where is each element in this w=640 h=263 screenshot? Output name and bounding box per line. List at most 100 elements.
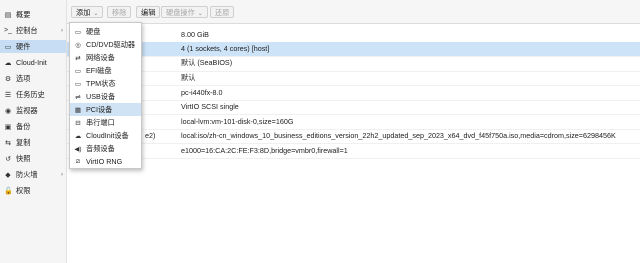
cloud-icon: ☁ [74,132,82,140]
sidebar-item-hardware[interactable]: ▭ 硬件 [0,40,66,53]
unlock-icon: 🔓 [4,187,13,195]
sidebar-item-backup[interactable]: ▣ 备份 [0,120,66,133]
disk-action-button-label: 硬盘操作 [166,8,195,17]
sidebar-item-label: 复制 [16,137,31,147]
add-dropdown-menu: ▭ 硬盘 ◎ CD/DVD驱动器 ⇄ 网络设备 ▭ EFI磁盘 ▭ TPM状态 … [69,22,142,169]
efi-disk-icon: ▭ [74,67,82,75]
retweet-icon: ⇆ [5,139,11,147]
menu-item-label: 网络设备 [86,52,115,62]
history-icon: ↺ [5,155,11,163]
table-row[interactable]: local-lvm:vm-101-disk-0,size=160G [67,114,640,130]
sidebar-item-label: 权限 [16,185,31,195]
row-value: VirtIO SCSI single [181,102,239,112]
usb-icon: ⇌ [75,93,81,101]
menu-item-label: TPM状态 [86,78,116,88]
sidebar-item-label: Cloud-Init [16,58,47,67]
menu-item-usb-device[interactable]: ⇌ USB设备 [70,90,141,103]
row-name: e2) [145,131,156,141]
sidebar-item-label: 快照 [16,153,31,163]
disk-action-button[interactable]: 硬盘操作 ⌄ [161,6,208,18]
summary-icon: ▤ [4,11,12,19]
table-row[interactable]: 8.00 GiB [67,27,640,43]
exchange-icon: ⇄ [75,54,81,62]
sidebar-item-label: 控制台 [16,25,38,35]
chevron-right-icon: › [61,171,63,178]
menu-item-label: 音频设备 [86,143,115,153]
table-row[interactable]: e2) local:iso/zh-cn_windows_10_business_… [67,129,640,144]
menu-item-label: USB设备 [86,91,116,101]
table-row[interactable]: pc-i440fx-8.0 [67,85,640,101]
sidebar-item-summary[interactable]: ▤ 概要 [0,8,66,21]
cdrom-icon: ◎ [75,41,81,49]
save-icon: ▣ [4,123,12,131]
chevron-down-icon: ⌄ [197,11,203,17]
serial-port-icon: ⊟ [75,119,81,127]
menu-item-cd-dvd-drive[interactable]: ◎ CD/DVD驱动器 [70,38,141,51]
table-row[interactable]: 默认 (SeaBIOS) [67,56,640,72]
row-value: local-lvm:vm-101-disk-0,size=160G [181,116,294,126]
menu-item-serial-port[interactable]: ⊟ 串行端口 [70,116,141,129]
revert-button[interactable]: 还原 [210,6,235,18]
tpm-icon: ▭ [74,80,82,88]
remove-button-label: 移除 [112,8,127,17]
sidebar-item-firewall[interactable]: ◆ 防火墙 › [0,168,66,181]
sidebar-item-task-history[interactable]: ☰ 任务历史 [0,88,66,101]
sidebar-item-replication[interactable]: ⇆ 复制 [0,136,66,149]
pci-icon: ▦ [74,106,82,114]
menu-item-label: VirtIO RNG [86,157,123,166]
monitor-icon: ▭ [4,43,12,51]
list-icon: ☰ [4,91,12,99]
menu-item-hard-disk[interactable]: ▭ 硬盘 [70,25,141,38]
sidebar-item-monitor[interactable]: ◉ 监视器 [0,104,66,117]
revert-button-label: 还原 [215,8,230,17]
row-value: 默认 (SeaBIOS) [181,58,233,68]
shield-icon: ◆ [5,171,11,179]
menu-item-virtio-rng[interactable]: ⧄ VirtIO RNG [70,155,141,168]
sidebar-item-label: 选项 [16,73,31,83]
menu-item-pci-device[interactable]: ▦ PCI设备 [70,103,141,116]
row-value: 默认 [181,72,196,82]
row-value: pc-i440fx-8.0 [181,87,223,97]
menu-item-network-device[interactable]: ⇄ 网络设备 [70,51,141,64]
vm-sidebar: ▤ 概要 >_ 控制台 › ▭ 硬件 ☁ Cloud-Init ⚙ 选项 ☰ 任… [0,0,67,263]
table-row[interactable]: 4 (1 sockets, 4 cores) [host] [67,41,640,57]
row-value: 4 (1 sockets, 4 cores) [host] [181,44,270,54]
chevron-down-icon: ⌄ [93,11,99,17]
sidebar-item-label: 概要 [16,9,31,19]
edit-button-label: 编辑 [141,8,156,17]
menu-item-label: CD/DVD驱动器 [86,39,136,49]
menu-item-label: 硬盘 [86,26,101,36]
menu-item-label: CloudInit设备 [86,130,129,140]
sidebar-item-console[interactable]: >_ 控制台 › [0,24,66,37]
row-value: 8.00 GiB [181,29,209,39]
menu-item-efi-disk[interactable]: ▭ EFI磁盘 [70,64,141,77]
gear-icon: ⚙ [4,75,12,83]
console-icon: >_ [4,27,12,34]
row-value: e1000=16:CA:2C:FE:F3:8D,bridge=vmbr0,fir… [181,145,348,155]
sidebar-item-snapshots[interactable]: ↺ 快照 [0,152,66,165]
table-row[interactable]: e1000=16:CA:2C:FE:F3:8D,bridge=vmbr0,fir… [67,143,640,159]
volume-icon: ◀) [74,145,82,153]
table-row[interactable]: VirtIO SCSI single [67,100,640,115]
menu-item-label: EFI磁盘 [86,65,112,75]
sidebar-item-cloud-init[interactable]: ☁ Cloud-Init [0,56,66,69]
sidebar-item-permissions[interactable]: 🔓 权限 [0,184,66,197]
edit-button[interactable]: 编辑 [136,6,161,18]
menu-item-label: 串行端口 [86,117,115,127]
sidebar-item-label: 硬件 [16,41,31,51]
sidebar-item-options[interactable]: ⚙ 选项 [0,72,66,85]
hdd-icon: ▭ [74,28,82,36]
menu-item-tpm-state[interactable]: ▭ TPM状态 [70,77,141,90]
rng-icon: ⧄ [75,157,81,165]
cloud-icon: ☁ [4,59,12,67]
chevron-right-icon: › [61,27,63,34]
add-button[interactable]: 添加 ⌄ [71,6,104,18]
remove-button[interactable]: 移除 [107,6,132,18]
menu-item-audio-device[interactable]: ◀) 音频设备 [70,142,141,155]
sidebar-item-label: 防火墙 [16,169,38,179]
menu-item-cloudinit-device[interactable]: ☁ CloudInit设备 [70,129,141,142]
add-button-label: 添加 [76,8,91,17]
table-row[interactable]: 默认 [67,71,640,86]
sidebar-item-label: 监视器 [16,105,38,115]
hardware-toolbar: 添加 ⌄ 移除 编辑 硬盘操作 ⌄ 还原 [67,0,640,24]
